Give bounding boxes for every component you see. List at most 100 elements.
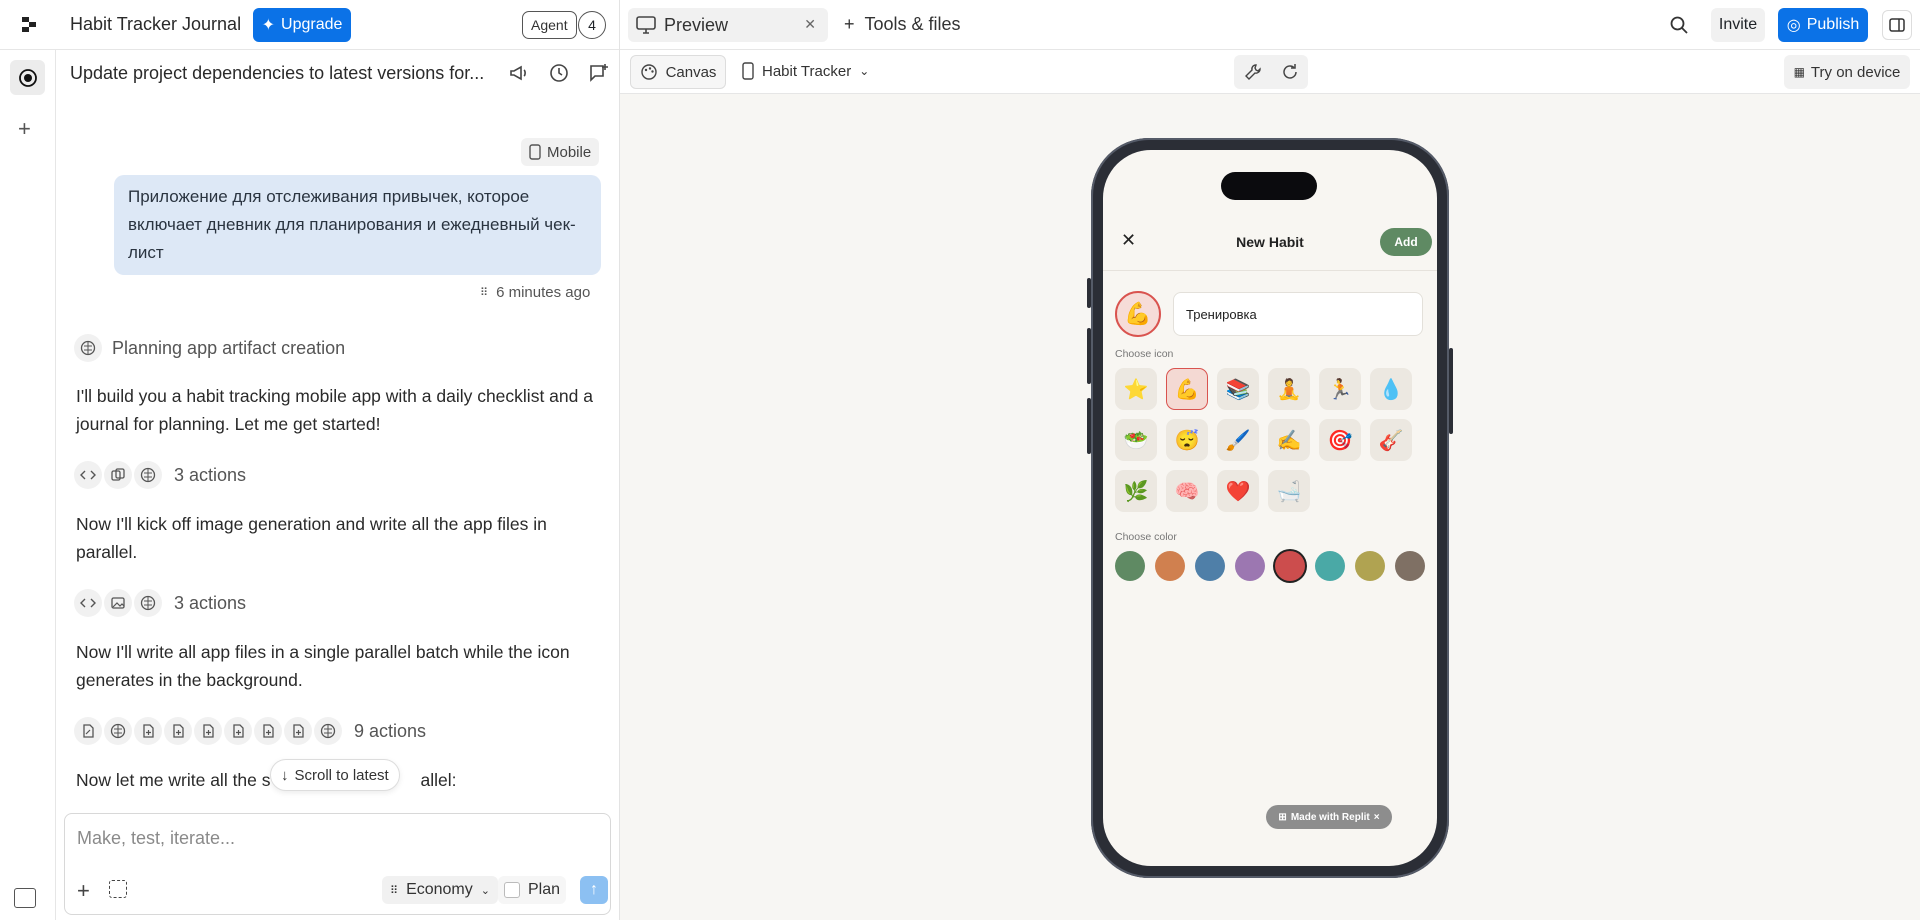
herb-icon: 🌿 [1123,480,1149,503]
image-icon [104,589,132,617]
icon-option[interactable]: 🖌️ [1217,419,1259,461]
replit-logo-icon[interactable] [18,14,40,36]
try-device-label: Try on device [1810,63,1901,81]
bath-icon: 🛁 [1276,480,1302,503]
action-group-2[interactable]: 3 actions [74,589,246,617]
history-icon[interactable] [548,62,570,84]
running-icon: 🏃 [1327,378,1353,401]
scroll-to-latest-button[interactable]: ↓ Scroll to latest [270,759,400,791]
color-swatch-olive[interactable] [1355,551,1385,581]
icon-option[interactable]: 🧘 [1268,368,1310,410]
add-habit-button[interactable]: Add [1380,228,1432,256]
tab-tools-label: Tools & files [864,14,961,34]
icon-option[interactable]: 🧠 [1166,470,1208,512]
select-element-icon[interactable] [109,880,127,898]
top-bar: Habit Tracker Journal ✦ Upgrade Agent 4 … [0,0,1920,50]
timestamp-text: 6 minutes ago [496,284,591,301]
salad-icon: 🥗 [1123,429,1149,452]
brain-icon [134,589,162,617]
file-add-icon [194,717,222,745]
close-icon[interactable]: × [1374,812,1380,823]
mode-label: Economy [406,881,473,898]
agent-rail-icon[interactable] [10,60,45,95]
upgrade-button[interactable]: ✦ Upgrade [253,8,351,42]
paintbrush-icon: 🖌️ [1225,429,1251,452]
icon-option[interactable]: 💪 [1166,368,1208,410]
dynamic-island [1221,172,1317,200]
icon-option[interactable]: 🌿 [1115,470,1157,512]
icon-option[interactable]: 🛁 [1268,470,1310,512]
arrow-down-icon: ↓ [281,766,289,784]
agent-message-2: Now I'll kick off image generation and w… [76,514,547,562]
wrench-icon[interactable] [1244,63,1262,81]
chat-header-actions [500,62,610,84]
icon-option[interactable]: 💧 [1370,368,1412,410]
refresh-icon[interactable] [1281,63,1299,81]
monitor-icon [636,16,656,34]
action-count: 9 actions [354,720,427,741]
attach-plus-icon[interactable]: + [77,878,90,904]
user-message: Приложение для отслеживания привычек, ко… [114,175,601,275]
invite-button[interactable]: Invite [1711,8,1765,42]
canvas-label: Canvas [665,63,717,81]
selected-habit-icon[interactable]: 💪 [1115,291,1161,337]
color-swatch-red[interactable] [1275,551,1305,581]
action-count: 3 actions [174,464,247,485]
choose-icon-label: Choose icon [1115,348,1174,360]
color-swatch-blue[interactable] [1195,551,1225,581]
icon-option[interactable]: 📚 [1217,368,1259,410]
color-swatch-brown[interactable] [1395,551,1425,581]
chat-panel: Update project dependencies to latest ve… [56,50,619,920]
icon-option[interactable]: 🎸 [1370,419,1412,461]
try-on-device-button[interactable]: ▦ Try on device [1784,55,1910,89]
icon-option[interactable]: 🎯 [1319,419,1361,461]
sparkle-icon: ✦ [261,17,276,34]
canvas-button[interactable]: Canvas [630,55,726,89]
plan-checkbox[interactable] [504,882,520,898]
publish-button[interactable]: ◎ Publish [1778,8,1868,42]
send-button[interactable]: ↑ [580,876,608,904]
color-swatch-green[interactable] [1115,551,1145,581]
icon-option[interactable]: 🥗 [1115,419,1157,461]
plan-toggle[interactable]: Plan [498,876,567,904]
plus-icon: + [844,14,855,34]
icon-option[interactable]: ❤️ [1217,470,1259,512]
file-add-icon [224,717,252,745]
color-swatch-purple[interactable] [1235,551,1265,581]
color-swatch-orange[interactable] [1155,551,1185,581]
device-select[interactable]: Habit Tracker ⌄ [742,62,869,80]
agent-badge[interactable]: Agent [522,11,577,39]
search-icon[interactable] [1669,15,1689,35]
file-add-icon [284,717,312,745]
panel-toggle-icon[interactable] [1882,10,1912,40]
tab-tools-files[interactable]: + Tools & files [844,14,961,35]
planning-step[interactable]: Planning app artifact creation [74,334,345,362]
heart-icon: ❤️ [1225,480,1251,503]
palette-icon [640,64,657,80]
close-icon[interactable]: ✕ [804,16,816,33]
icon-option[interactable]: ✍️ [1268,419,1310,461]
icon-option[interactable]: 🏃 [1319,368,1361,410]
action-group-3[interactable]: 9 actions [74,717,426,745]
icon-option[interactable]: ⭐ [1115,368,1157,410]
agent-message-1: I'll build you a habit tracking mobile a… [76,386,593,434]
sidebar-toggle-icon[interactable] [14,888,36,908]
agent-count[interactable]: 4 [578,11,606,39]
arrow-up-icon: ↑ [590,881,598,898]
action-group-1[interactable]: 3 actions [74,461,246,489]
new-chat-icon[interactable] [588,62,610,84]
made-with-replit-badge[interactable]: ⊞ Made with Replit × [1266,805,1392,829]
message-input[interactable]: Make, test, iterate... [77,828,235,849]
mode-select[interactable]: ⠿ Economy ⌄ [382,876,498,904]
drag-handle-icon: ⠿ [480,287,489,299]
tab-preview[interactable]: Preview ✕ [628,8,828,42]
agent-message-3: Now I'll write all app files in a single… [76,642,570,690]
selected-emoji: 💪 [1124,301,1152,326]
habit-name-input[interactable]: Тренировка [1173,292,1423,336]
preview-tools [1234,55,1308,89]
phone-frame: ✕ New Habit Add 💪 Тренировка Choose icon… [1087,138,1453,878]
add-icon[interactable]: + [18,116,31,142]
megaphone-icon[interactable] [508,62,530,84]
icon-option[interactable]: 😴 [1166,419,1208,461]
color-swatch-teal[interactable] [1315,551,1345,581]
